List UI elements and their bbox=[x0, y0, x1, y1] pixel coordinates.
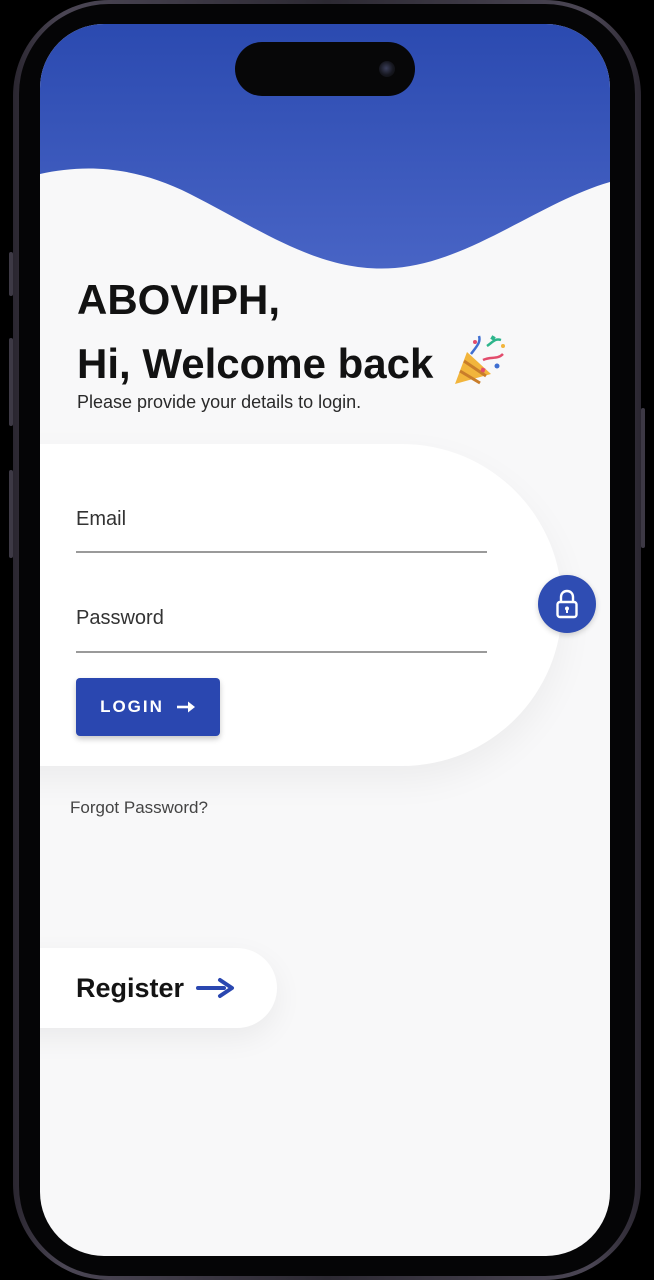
email-label: Email bbox=[76, 508, 127, 530]
arrow-right-icon bbox=[176, 701, 195, 713]
login-button-label: LOGIN bbox=[100, 697, 164, 716]
password-label: Password bbox=[76, 607, 164, 629]
register-button[interactable]: Register bbox=[40, 948, 277, 1028]
login-subtitle: Please provide your details to login. bbox=[77, 392, 362, 412]
login-button[interactable]: LOGIN bbox=[76, 678, 220, 736]
camera-icon bbox=[379, 61, 395, 77]
volume-up-button bbox=[9, 338, 13, 426]
arrow-right-icon bbox=[196, 978, 235, 998]
dynamic-island bbox=[235, 42, 415, 96]
forgot-password-link[interactable]: Forgot Password? bbox=[70, 798, 208, 818]
email-field[interactable] bbox=[76, 551, 487, 553]
register-label: Register bbox=[76, 972, 185, 1003]
brand-title: ABOVIPH, bbox=[77, 276, 281, 323]
action-button bbox=[9, 252, 13, 296]
app-screen: ABOVIPH, Hi, Welcome back Please provide… bbox=[40, 24, 610, 1256]
volume-down-button bbox=[9, 470, 13, 558]
lock-button[interactable] bbox=[538, 575, 596, 633]
party-popper-icon bbox=[455, 335, 506, 385]
welcome-heading: Hi, Welcome back bbox=[77, 334, 509, 388]
power-button bbox=[641, 408, 645, 548]
lock-icon bbox=[556, 589, 578, 619]
welcome-text: Hi, Welcome back bbox=[77, 340, 434, 387]
password-field[interactable] bbox=[76, 651, 487, 653]
